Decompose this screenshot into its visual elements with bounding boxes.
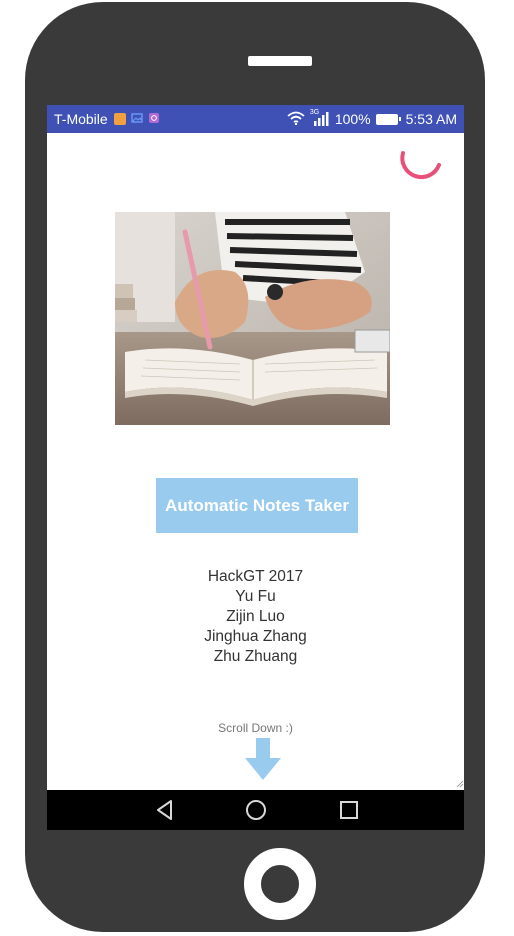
- status-right: 3G 100% 5:53 AM: [287, 105, 457, 133]
- credit-author: Jinghua Zhang: [204, 628, 307, 645]
- wifi-icon: [287, 111, 305, 128]
- credit-author: Yu Fu: [235, 588, 276, 605]
- credit-author: Zijin Luo: [226, 608, 285, 625]
- credit-author: Zhu Zhuang: [213, 648, 298, 665]
- battery-icon: [375, 113, 401, 125]
- clock: 5:53 AM: [405, 111, 457, 127]
- notification-icons: [113, 111, 160, 127]
- speaker-grille: [248, 56, 312, 66]
- writing-notebook-image: [115, 212, 390, 425]
- signal-icon: 3G: [310, 109, 330, 127]
- credit-event: HackGT 2017: [207, 568, 304, 585]
- back-icon[interactable]: [153, 798, 177, 822]
- status-bar: T-Mobile 3G 100% 5:53 AM: [47, 105, 464, 133]
- home-icon[interactable]: [244, 798, 268, 822]
- scroll-hint-text: Scroll Down :): [218, 721, 293, 735]
- recents-icon[interactable]: [337, 798, 361, 822]
- notification-app-icon: [113, 113, 126, 125]
- credits-block: HackGT 2017 Yu Fu Zijin Luo Jinghua Zhan…: [47, 567, 464, 667]
- hardware-home-button[interactable]: [244, 848, 316, 920]
- notification-camera-icon: [148, 111, 160, 127]
- notification-image-icon: [131, 111, 143, 127]
- carrier-name: T-Mobile: [54, 111, 108, 127]
- loading-spinner-icon: [400, 151, 441, 180]
- device-screen: T-Mobile 3G 100% 5:53 AM Automatic Notes…: [47, 105, 464, 830]
- battery-percent: 100%: [334, 111, 371, 127]
- navigation-bar: [47, 790, 464, 830]
- app-title-button[interactable]: Automatic Notes Taker: [156, 478, 358, 533]
- resize-handle-icon: [456, 780, 464, 788]
- arrow-down-icon[interactable]: [245, 738, 281, 780]
